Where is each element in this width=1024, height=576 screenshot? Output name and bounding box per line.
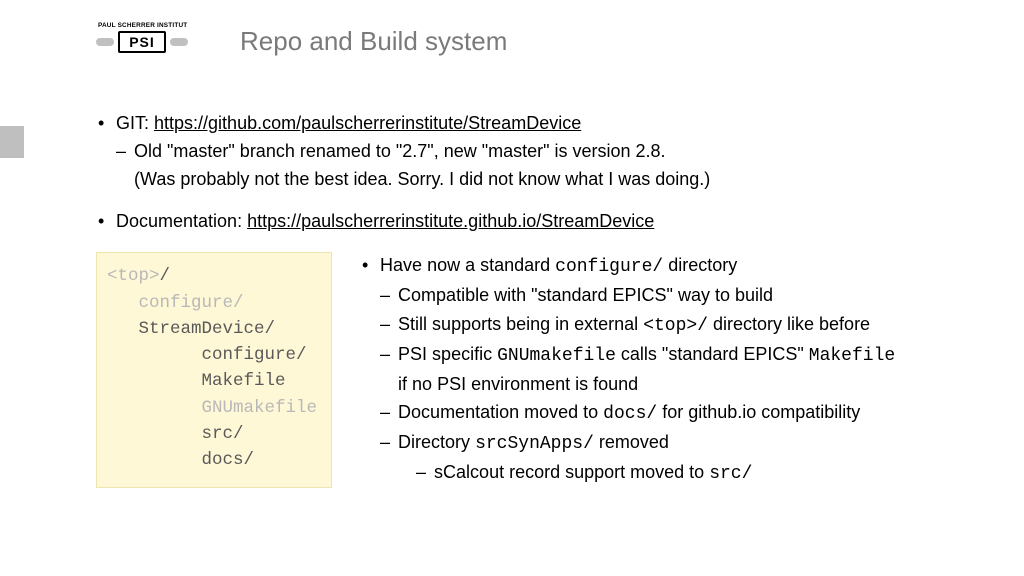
directory-tree: <top>/ configure/ StreamDevice/ configur…	[96, 252, 332, 488]
right-column: Have now a standard configure/ directory…	[360, 252, 964, 488]
logo-bar-left	[96, 38, 114, 46]
dash-srcsynapps: Directory srcSynApps/ removed sCalcout r…	[380, 429, 964, 487]
git-sub-apology: (Was probably not the best idea. Sorry. …	[116, 166, 964, 192]
side-tab	[0, 126, 24, 158]
psi-logo: PAUL SCHERRER INSTITUT PSI	[96, 22, 192, 60]
git-sub-branch: Old "master" branch renamed to "2.7", ne…	[116, 138, 964, 164]
bullet-configure: Have now a standard configure/ directory…	[360, 252, 964, 487]
slide-header: PAUL SCHERRER INSTITUT PSI Repo and Buil…	[96, 22, 507, 60]
dash-scalcout: sCalcout record support moved to src/	[416, 459, 964, 487]
slide-content: GIT: https://github.com/paulscherrerinst…	[96, 110, 964, 488]
doc-link[interactable]: https://paulscherrerinstitute.github.io/…	[247, 211, 654, 231]
doc-label: Documentation:	[116, 211, 247, 231]
logo-bar-right	[170, 38, 188, 46]
git-link[interactable]: https://github.com/paulscherrerinstitute…	[154, 113, 581, 133]
bullet-doc: Documentation: https://paulscherrerinsti…	[96, 208, 964, 234]
slide-title: Repo and Build system	[240, 26, 507, 57]
dash-external-top: Still supports being in external <top>/ …	[380, 311, 964, 339]
git-label: GIT:	[116, 113, 154, 133]
logo-psi-box: PSI	[118, 31, 166, 53]
dash-compatible: Compatible with "standard EPICS" way to …	[380, 282, 964, 308]
logo-institute-text: PAUL SCHERRER INSTITUT	[98, 22, 187, 29]
dash-gnumakefile: PSI specific GNUmakefile calls "standard…	[380, 341, 964, 397]
dash-docs-moved: Documentation moved to docs/ for github.…	[380, 399, 964, 427]
bullet-git: GIT: https://github.com/paulscherrerinst…	[96, 110, 964, 192]
